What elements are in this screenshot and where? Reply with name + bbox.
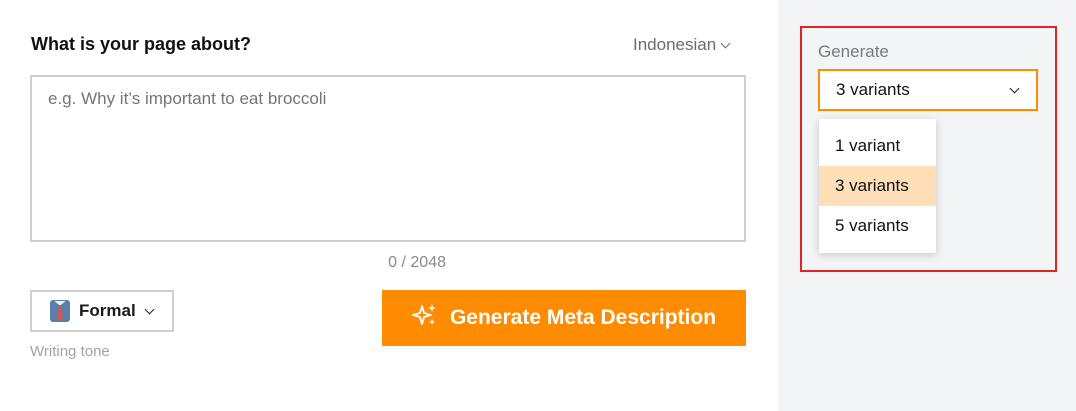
character-counter: 0 / 2048 — [388, 254, 446, 271]
option-5-variants[interactable]: 5 variants — [819, 206, 936, 246]
sparkles-icon — [412, 302, 438, 334]
chevron-down-icon — [1009, 83, 1020, 93]
language-selector[interactable]: Indonesian — [633, 35, 731, 55]
main-panel: What is your page about? Indonesian 0 / … — [0, 0, 778, 411]
option-1-variant[interactable]: 1 variant — [819, 126, 936, 166]
page-topic-input[interactable] — [30, 75, 746, 242]
language-label: Indonesian — [633, 35, 717, 54]
generate-meta-description-button[interactable]: Generate Meta Description — [382, 290, 746, 346]
chevron-down-icon — [720, 38, 731, 48]
necktie-icon — [49, 299, 71, 323]
option-3-variants[interactable]: 3 variants — [819, 166, 936, 206]
writing-tone-selector[interactable]: Formal — [30, 290, 174, 332]
page-topic-question: What is your page about? — [31, 34, 252, 54]
generate-button-label: Generate Meta Description — [449, 306, 717, 329]
generate-label: Generate — [818, 42, 889, 61]
variants-selected-value: 3 variants — [836, 80, 910, 99]
variants-select[interactable]: 3 variants — [818, 69, 1038, 111]
variants-dropdown-menu: 1 variant 3 variants 5 variants — [819, 119, 936, 253]
writing-tone-caption: Writing tone — [30, 343, 110, 360]
chevron-down-icon — [144, 304, 155, 314]
writing-tone-value: Formal — [79, 301, 136, 320]
